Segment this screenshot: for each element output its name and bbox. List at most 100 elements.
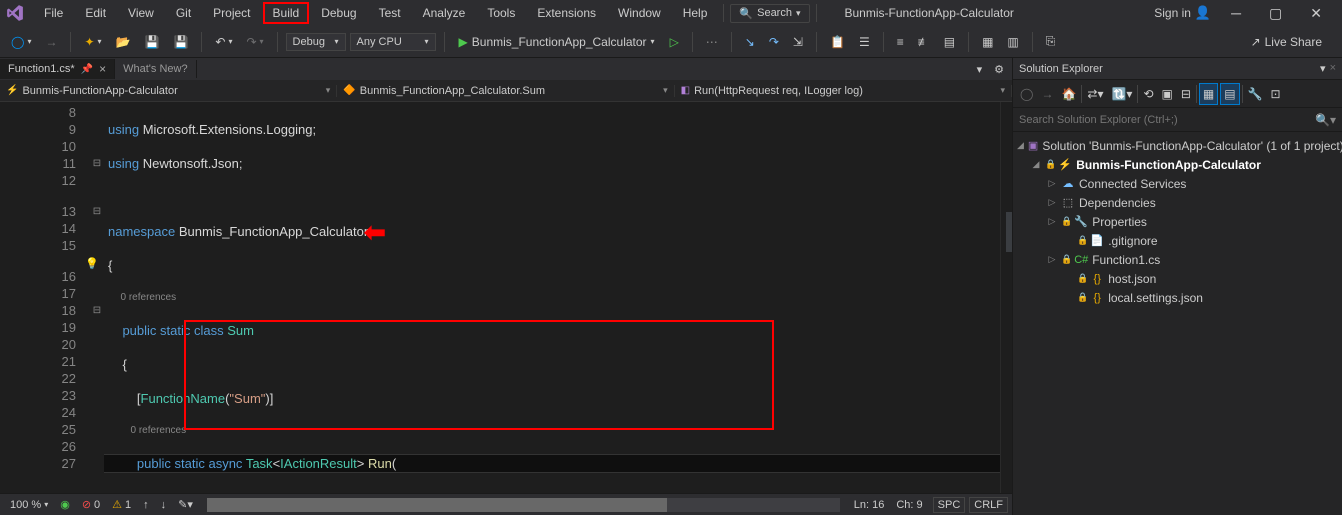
tb-comment[interactable]: ≡	[892, 32, 909, 52]
line-indicator[interactable]: Ln: 16	[848, 497, 891, 513]
zoom-dropdown[interactable]: 100 % ▾	[4, 499, 54, 511]
lightbulb-icon[interactable]: 💡	[85, 257, 99, 270]
menu-edit[interactable]: Edit	[75, 2, 116, 24]
se-filter-button[interactable]: ▣	[1159, 84, 1176, 104]
se-home-button[interactable]: 🏠	[1058, 84, 1079, 104]
tab-whatsnew[interactable]: What's New?	[115, 60, 196, 78]
code-editor[interactable]: 8 9 10 11 12 13 14 15 16 17 18 19 20 21 …	[0, 102, 1012, 493]
redo-button[interactable]: ↷▾	[241, 32, 268, 52]
horizontal-scrollbar[interactable]	[207, 498, 840, 512]
save-button[interactable]: 💾	[139, 32, 164, 52]
tab-function1[interactable]: Function1.cs* 📌 ×	[0, 59, 115, 79]
sign-in-button[interactable]: Sign in 👤	[1154, 5, 1211, 21]
solution-tree[interactable]: ◢ ▣ Solution 'Bunmis-FunctionApp-Calcula…	[1013, 132, 1342, 515]
menu-extensions[interactable]: Extensions	[527, 2, 606, 24]
se-sync-button[interactable]: ⟲	[1140, 84, 1156, 104]
se-switch-views-button[interactable]: ⇄▾	[1084, 84, 1106, 104]
tab-settings-button[interactable]: ⚙	[990, 61, 1008, 78]
se-properties-button[interactable]: 🔧	[1245, 84, 1266, 104]
tb-step-over[interactable]: ↷	[764, 32, 784, 52]
start-no-debug-button[interactable]: ▷	[665, 32, 684, 52]
solution-search[interactable]: 🔍▾	[1013, 108, 1342, 132]
minimize-button[interactable]: ─	[1223, 1, 1249, 25]
se-pending-button[interactable]: 🔃▾	[1108, 84, 1135, 104]
warnings-count[interactable]: ⚠ 1	[106, 498, 137, 511]
dependencies-node[interactable]: ▷ ⬚ Dependencies	[1013, 193, 1342, 212]
solution-node[interactable]: ◢ ▣ Solution 'Bunmis-FunctionApp-Calcula…	[1013, 136, 1342, 155]
menu-window[interactable]: Window	[608, 2, 671, 24]
minimap[interactable]	[1000, 102, 1012, 493]
open-file-button[interactable]: 📂	[111, 32, 136, 52]
se-fwd-button[interactable]: →	[1038, 84, 1056, 104]
pin-icon[interactable]: 📌	[81, 64, 93, 75]
tb-bookmark[interactable]: ▤	[939, 32, 960, 52]
solution-explorer: Solution Explorer ▾ × ◯ → 🏠 ⇄▾ 🔃▾ ⟲ ▣ ⊟ …	[1012, 58, 1342, 515]
tb-btn-b[interactable]: ☰	[854, 32, 875, 52]
fold-column[interactable]: ⊟ ⊟ ⊟	[90, 102, 104, 493]
nav-up-button[interactable]: ↑	[137, 499, 155, 511]
col-indicator[interactable]: Ch: 9	[890, 497, 928, 513]
se-collapse-button[interactable]: ⊟	[1178, 84, 1194, 104]
code-content[interactable]: using Microsoft.Extensions.Logging; usin…	[104, 102, 1000, 493]
nav-down-button[interactable]: ↓	[155, 499, 173, 511]
csharp-file-icon: C#	[1074, 254, 1088, 266]
nav-type-dropdown[interactable]: 🔶 Bunmis_FunctionApp_Calculator.Sum▾	[337, 85, 674, 97]
tb-btn-c[interactable]: ▦	[977, 32, 998, 52]
tb-btn-1[interactable]: ⋯	[701, 32, 723, 52]
tb-btn-a[interactable]: 📋	[825, 32, 850, 52]
hostjson-node[interactable]: 🔒 {} host.json	[1013, 269, 1342, 288]
se-show-all-button[interactable]: ▦	[1199, 83, 1218, 105]
menu-file[interactable]: File	[34, 2, 73, 24]
project-node[interactable]: ◢ 🔒 ⚡ Bunmis-FunctionApp-Calculator	[1013, 155, 1342, 174]
nav-fwd-button[interactable]: →	[40, 32, 62, 52]
save-all-button[interactable]: 💾	[168, 32, 193, 52]
connected-services-node[interactable]: ▷ ☁ Connected Services	[1013, 174, 1342, 193]
menu-view[interactable]: View	[118, 2, 164, 24]
undo-button[interactable]: ↶▾	[210, 32, 237, 52]
platform-dropdown[interactable]: Any CPU▾	[350, 33, 436, 51]
solution-search-input[interactable]	[1019, 114, 1315, 126]
line-ending-indicator[interactable]: CRLF	[969, 497, 1008, 513]
tb-uncomment[interactable]: ≢	[913, 32, 935, 52]
tb-step-out[interactable]: ⇲	[788, 32, 808, 52]
gitignore-node[interactable]: 🔒 📄 .gitignore	[1013, 231, 1342, 250]
menu-tools[interactable]: Tools	[477, 2, 525, 24]
start-debug-button[interactable]: ▶ Bunmis_FunctionApp_Calculator ▾	[453, 33, 661, 51]
se-back-button[interactable]: ◯	[1017, 84, 1036, 104]
close-tab-icon[interactable]: ×	[99, 62, 106, 76]
menu-test[interactable]: Test	[369, 2, 411, 24]
tb-btn-e[interactable]: ⎘	[1041, 31, 1061, 52]
se-preview-button[interactable]: ▤	[1220, 83, 1239, 105]
function1-node[interactable]: ▷ 🔒 C# Function1.cs	[1013, 250, 1342, 269]
spaces-indicator[interactable]: SPC	[933, 497, 966, 513]
new-project-button[interactable]: ✦▾	[79, 32, 106, 52]
se-view-button[interactable]: ⊡	[1268, 84, 1284, 104]
menu-help[interactable]: Help	[673, 2, 718, 24]
live-share-button[interactable]: ↗ Live Share	[1251, 35, 1336, 49]
nav-member-dropdown[interactable]: ◧ Run(HttpRequest req, ILogger log)▾	[675, 85, 1012, 97]
errors-count[interactable]: ⊘ 0	[76, 498, 106, 511]
menu-build[interactable]: Build	[263, 2, 310, 24]
menu-analyze[interactable]: Analyze	[413, 2, 476, 24]
tb-btn-d[interactable]: ▥	[1002, 32, 1023, 52]
menu-debug[interactable]: Debug	[311, 2, 366, 24]
play-icon: ▶	[459, 35, 468, 49]
tab-overflow-button[interactable]: ▾	[973, 61, 987, 78]
close-button[interactable]: ✕	[1302, 1, 1330, 26]
tb-step-into[interactable]: ↘	[740, 32, 760, 52]
json-file-icon: {}	[1090, 292, 1104, 304]
properties-node[interactable]: ▷ 🔒 🔧 Properties	[1013, 212, 1342, 231]
menu-project[interactable]: Project	[203, 2, 260, 24]
localsettings-node[interactable]: 🔒 {} local.settings.json	[1013, 288, 1342, 307]
brush-button[interactable]: ✎▾	[172, 498, 199, 511]
config-dropdown[interactable]: Debug▾	[286, 33, 346, 51]
menu-git[interactable]: Git	[166, 2, 201, 24]
search-box[interactable]: 🔍 Search ▾	[730, 4, 809, 23]
panel-dropdown-icon[interactable]: ▾	[1320, 62, 1326, 75]
nav-project-dropdown[interactable]: ⚡ Bunmis-FunctionApp-Calculator▾	[0, 85, 337, 97]
panel-close-icon[interactable]: ×	[1330, 62, 1336, 75]
nav-back-button[interactable]: ◯▾	[6, 32, 36, 52]
maximize-button[interactable]: ▢	[1261, 1, 1290, 26]
user-icon: 👤	[1195, 5, 1211, 21]
no-issues-button[interactable]: ◉	[54, 498, 76, 511]
